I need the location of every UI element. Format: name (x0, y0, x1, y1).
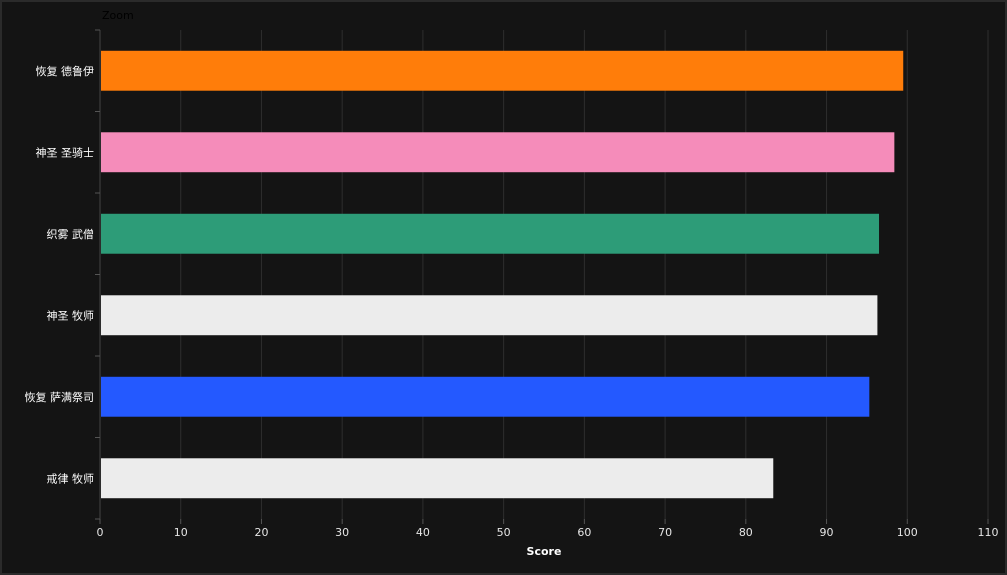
x-tick-label: 20 (254, 526, 268, 539)
bar (101, 295, 878, 336)
x-tick-label: 30 (335, 526, 349, 539)
bars (101, 50, 904, 499)
x-tick-label: 40 (416, 526, 430, 539)
x-tick-label: 70 (658, 526, 672, 539)
y-category-label: 恢复 德鲁伊 (36, 64, 95, 78)
y-category-label: 戒律 牧师 (47, 471, 95, 485)
bar (101, 213, 880, 254)
x-tick-label: 10 (174, 526, 188, 539)
x-tick-label: 0 (97, 526, 104, 539)
y-category-label: 恢复 萨满祭司 (25, 390, 95, 404)
x-tick-label: 80 (739, 526, 753, 539)
y-category-label: 神圣 圣骑士 (36, 145, 95, 159)
x-tick-label: 50 (497, 526, 511, 539)
bar (101, 458, 774, 499)
axes (95, 29, 989, 524)
x-tick-label: 100 (897, 526, 918, 539)
chart-frame: Zoom 0 10 20 30 40 50 60 70 80 90 100 110 恢复 德鲁伊 神圣 圣… (0, 0, 1007, 575)
x-tick-label: 110 (978, 526, 999, 539)
bar (101, 376, 870, 417)
bar (101, 132, 895, 173)
x-tick-label: 90 (820, 526, 834, 539)
bar-chart: 0 10 20 30 40 50 60 70 80 90 100 110 恢复 德鲁伊神圣 圣骑士织雾 … (25, 29, 999, 558)
y-category-label: 神圣 牧师 (47, 308, 95, 322)
x-axis-title: Score (527, 545, 562, 558)
x-tick-label: 60 (577, 526, 591, 539)
bar (101, 50, 904, 91)
gridlines (180, 30, 989, 519)
y-category-label: 织雾 武僧 (47, 228, 95, 241)
